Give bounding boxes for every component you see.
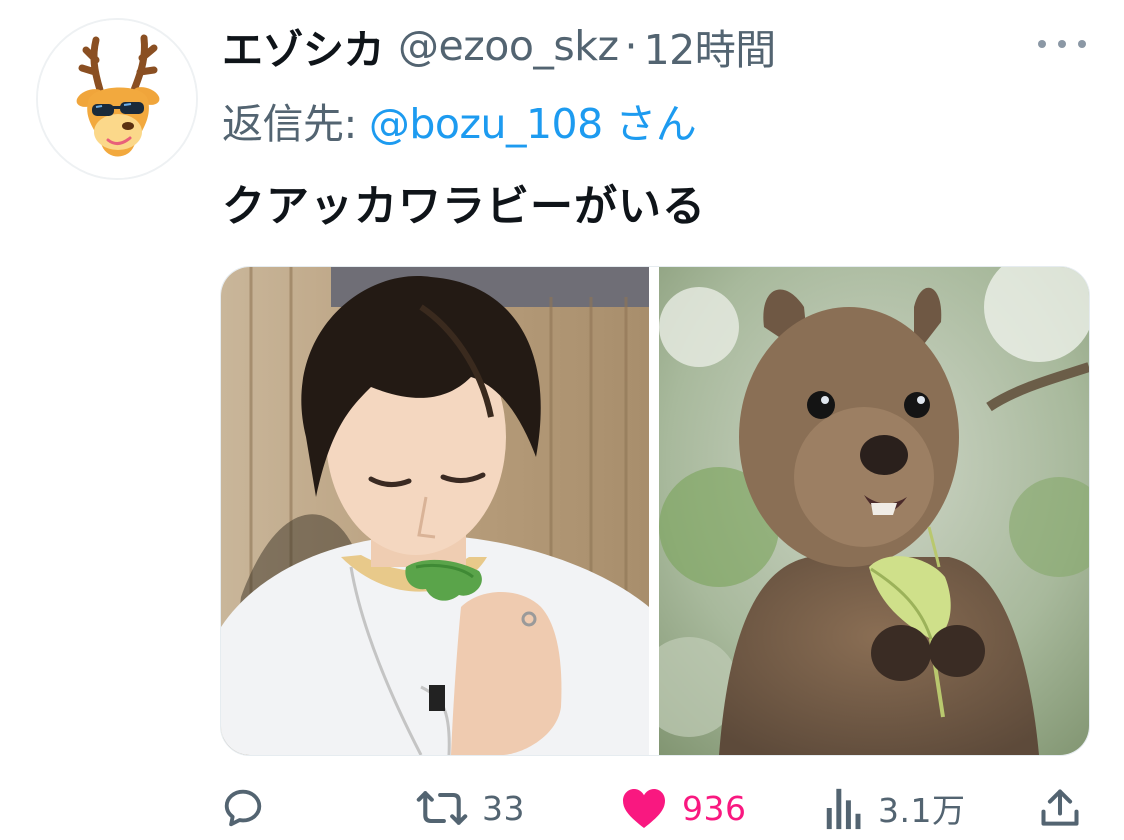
reply-icon bbox=[224, 789, 262, 827]
action-bar: 33 936 3.1万 bbox=[0, 778, 1124, 838]
media-photo-1[interactable] bbox=[221, 267, 649, 755]
more-options-icon[interactable] bbox=[1038, 34, 1086, 54]
views-icon bbox=[826, 788, 861, 830]
person-eating-lettuce-photo bbox=[221, 267, 649, 755]
retweet-button[interactable]: 33 bbox=[416, 778, 525, 838]
like-button[interactable]: 936 bbox=[620, 778, 747, 838]
avatar[interactable] bbox=[36, 18, 198, 180]
user-handle[interactable]: @ezoo_skz bbox=[398, 22, 619, 70]
quokka-eating-leaf-photo bbox=[659, 267, 1089, 755]
heart-icon bbox=[623, 789, 665, 828]
reply-prefix: 返信先: bbox=[222, 100, 357, 148]
media-photo-2[interactable] bbox=[659, 267, 1089, 755]
reply-context: 返信先: @bozu_108 さん bbox=[222, 90, 697, 150]
views-button[interactable]: 3.1万 bbox=[824, 778, 965, 838]
tweet-header: エゾシカ @ezoo_skz · 12時間 bbox=[222, 18, 776, 74]
retweet-count: 33 bbox=[482, 788, 525, 828]
share-button[interactable] bbox=[1038, 778, 1082, 838]
media-grid bbox=[220, 266, 1090, 756]
like-count: 936 bbox=[682, 788, 747, 828]
share-icon bbox=[1041, 789, 1079, 826]
display-name[interactable]: エゾシカ bbox=[222, 16, 385, 76]
tweet-text: クアッカワラビーがいる bbox=[222, 182, 706, 232]
deer-avatar-icon bbox=[38, 20, 196, 178]
timestamp[interactable]: 12時間 bbox=[644, 16, 777, 76]
reply-mention-link[interactable]: @bozu_108 さん bbox=[369, 100, 697, 148]
views-count: 3.1万 bbox=[878, 791, 966, 830]
separator-dot: · bbox=[624, 22, 638, 70]
retweet-icon bbox=[416, 791, 468, 825]
reply-button[interactable] bbox=[220, 778, 266, 838]
